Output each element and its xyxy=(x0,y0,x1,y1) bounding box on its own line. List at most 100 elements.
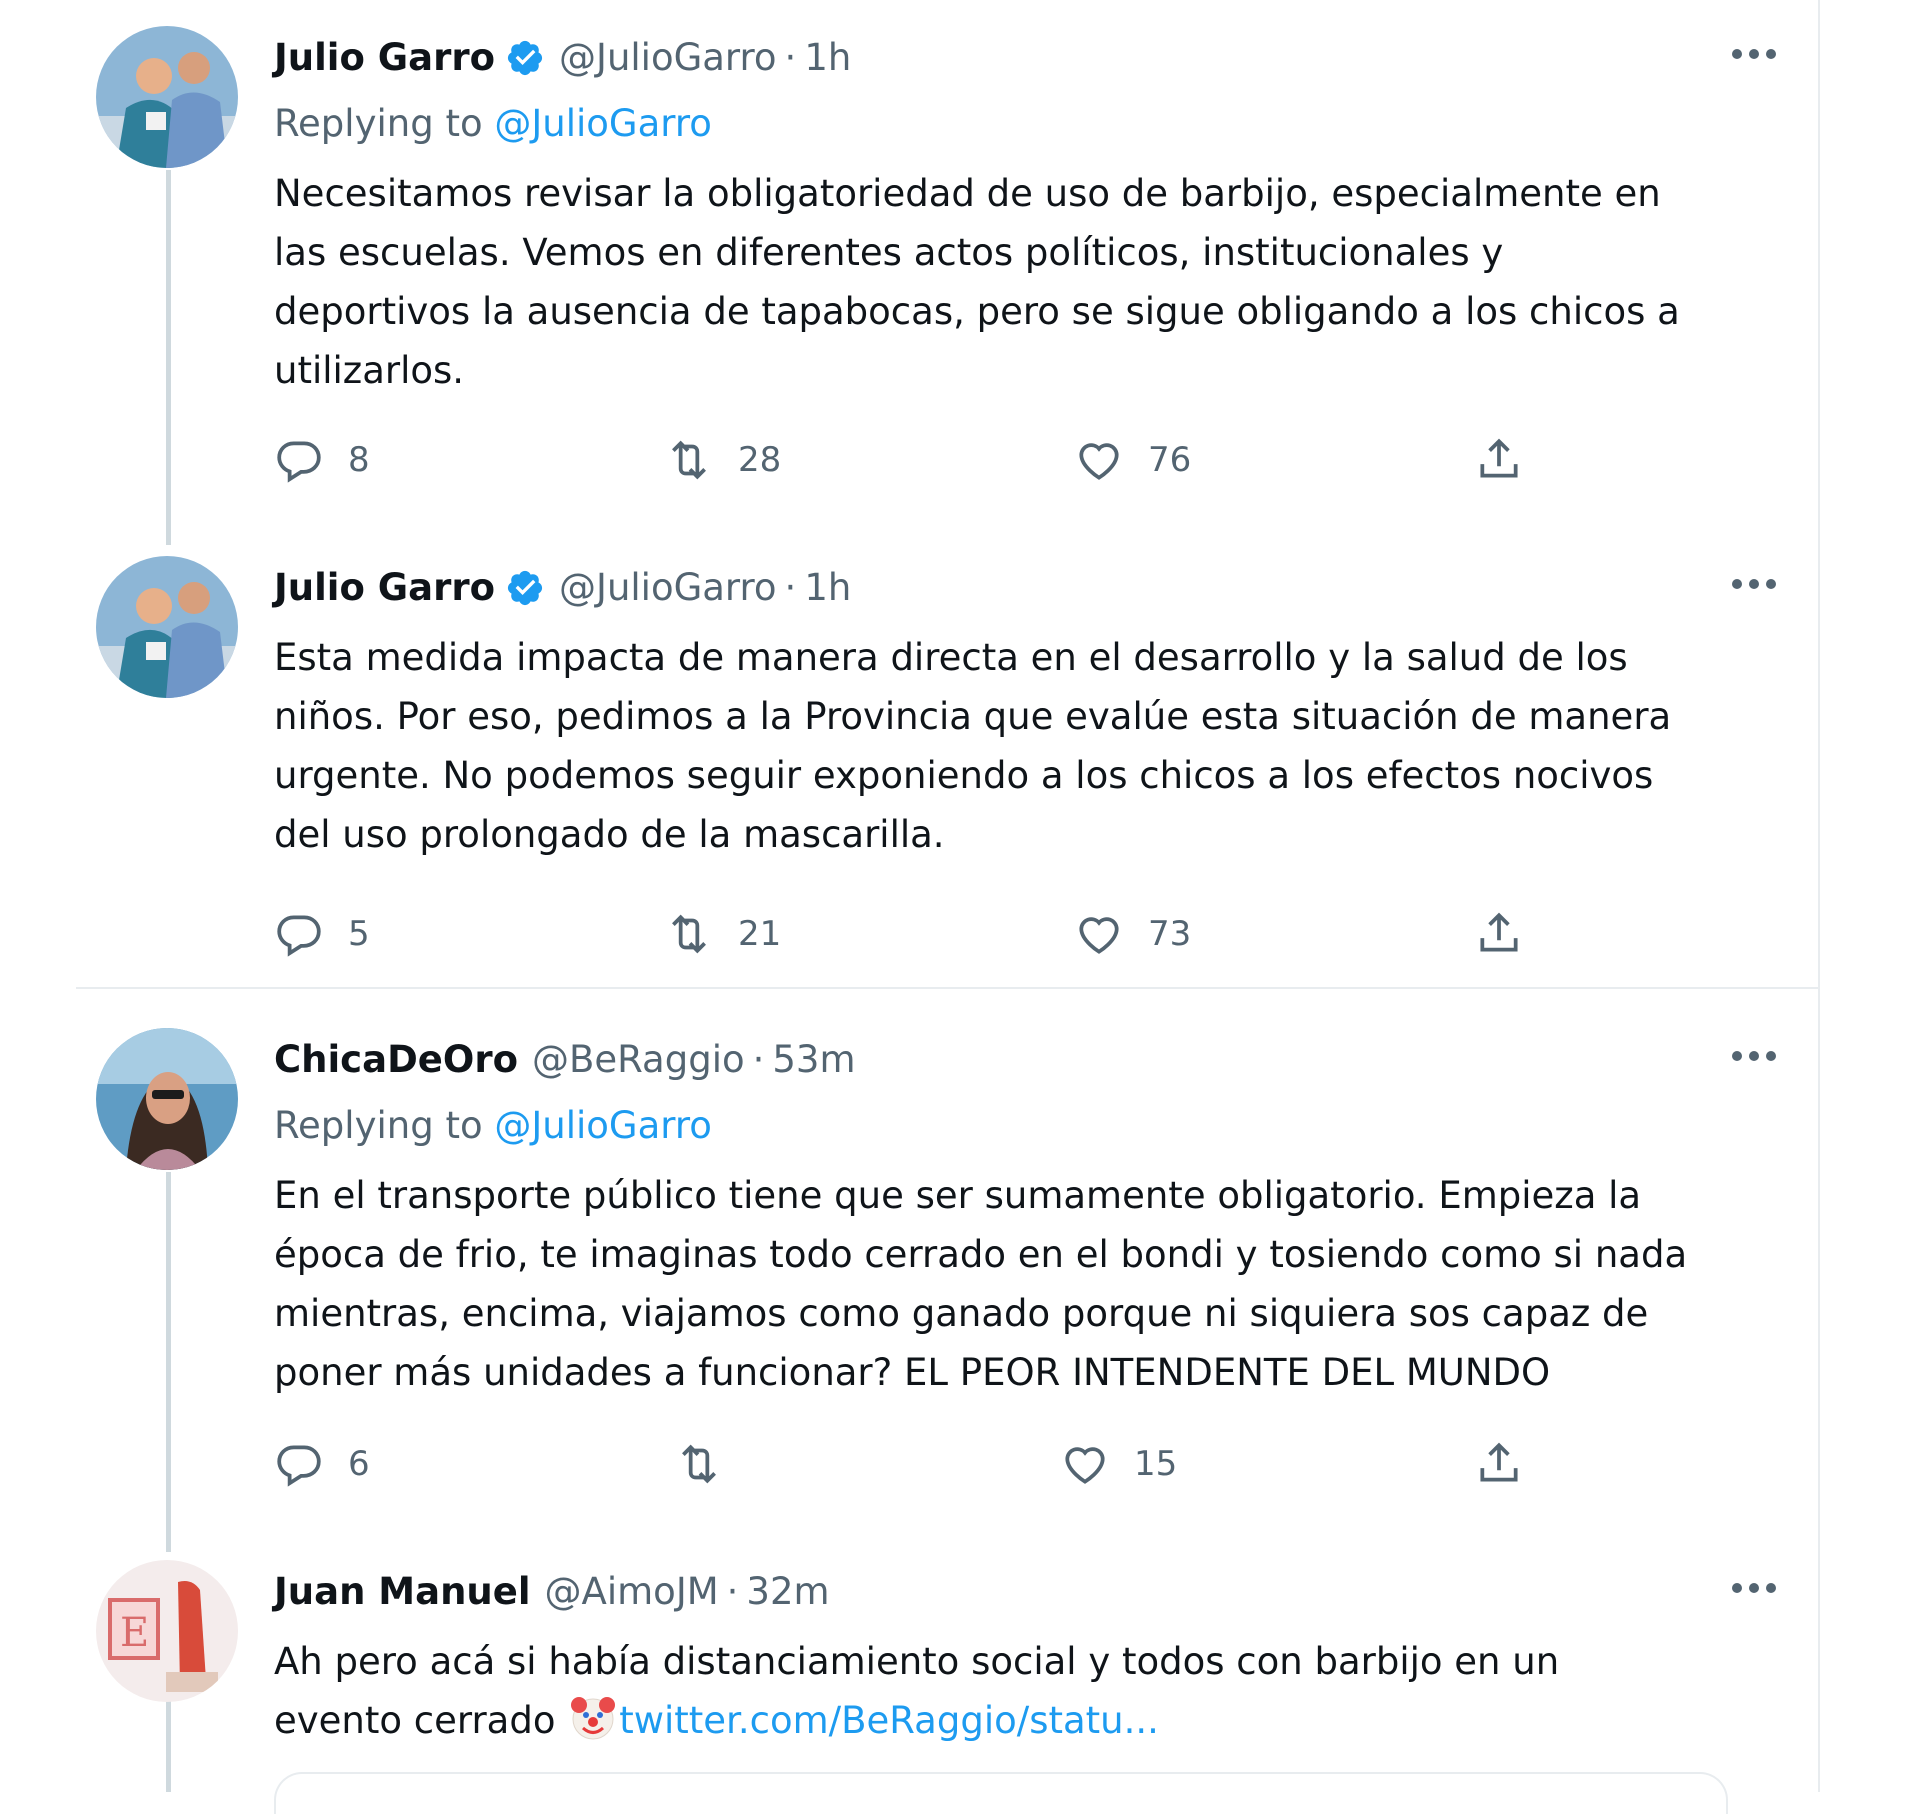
more-icon[interactable] xyxy=(1724,558,1784,610)
retweet-count: 28 xyxy=(738,440,782,480)
tweet-header: Juan Manuel @AimoJM · 32m xyxy=(274,1566,1774,1618)
like-count: 15 xyxy=(1134,1444,1178,1484)
author-handle[interactable]: @AimoJM xyxy=(545,1566,719,1618)
mention-link[interactable]: @JulioGarro xyxy=(494,1104,712,1147)
tweet-text: Ah pero acá si había distanciamiento soc… xyxy=(274,1632,1774,1750)
tweet-actions: 5 21 73 xyxy=(274,904,1774,964)
reply-count: 5 xyxy=(348,914,370,954)
replying-to: Replying to @JulioGarro xyxy=(274,98,1774,150)
reply-count: 6 xyxy=(348,1444,370,1484)
like-count: 76 xyxy=(1148,440,1192,480)
author-handle[interactable]: @JulioGarro xyxy=(559,562,777,614)
tweet-text-line: las escuelas. Vemos en diferentes actos … xyxy=(274,231,1504,274)
avatar[interactable] xyxy=(96,1028,238,1170)
share-button[interactable] xyxy=(1474,430,1524,490)
tweet-header: Julio Garro @JulioGarro · 1h xyxy=(274,32,1774,84)
tweet-header: Julio Garro @JulioGarro · 1h xyxy=(274,562,1774,614)
heart-icon xyxy=(1065,1447,1105,1484)
svg-text:E: E xyxy=(120,1610,149,1656)
replying-label: Replying to xyxy=(274,1104,483,1147)
tweet-header: ChicaDeOro @BeRaggio · 53m xyxy=(274,1034,1774,1086)
reply-icon xyxy=(277,915,321,957)
thread-line xyxy=(166,170,171,545)
author-name[interactable]: Julio Garro xyxy=(274,562,495,614)
author-handle[interactable]: @BeRaggio xyxy=(532,1034,745,1086)
mention-link[interactable]: @JulioGarro xyxy=(494,102,712,145)
reply-icon xyxy=(277,441,321,483)
timeline-column: Julio Garro @JulioGarro · 1h Replying to… xyxy=(0,0,1820,1814)
more-icon[interactable] xyxy=(1724,1562,1784,1614)
tweet-text-line: Esta medida impacta de manera directa en… xyxy=(274,636,1628,679)
reply-icon xyxy=(277,1445,321,1487)
tweet-text-line: deportivos la ausencia de tapabocas, per… xyxy=(274,290,1680,333)
replying-label: Replying to xyxy=(274,102,483,145)
reply-count: 8 xyxy=(348,440,370,480)
tweet-actions: 8 28 76 xyxy=(274,430,1774,490)
avatar-image xyxy=(96,26,238,168)
avatar[interactable]: E xyxy=(96,1560,238,1702)
share-icon xyxy=(1480,912,1518,952)
tweet-text-line: Necesitamos revisar la obligatoriedad de… xyxy=(274,172,1661,215)
retweet-button[interactable]: 21 xyxy=(664,904,781,964)
reply-button[interactable]: 6 xyxy=(274,1434,370,1494)
author-name[interactable]: ChicaDeOro xyxy=(274,1034,518,1086)
tweet-text-line: poner más unidades a funcionar? EL PEOR … xyxy=(274,1351,1551,1394)
avatar-image xyxy=(96,1028,238,1170)
tweet-text-line: urgente. No podemos seguir exponiendo a … xyxy=(274,754,1654,797)
avatar[interactable] xyxy=(96,26,238,168)
tweet-text: Esta medida impacta de manera directa en… xyxy=(274,628,1774,864)
thread-line xyxy=(166,1172,171,1552)
retweet-icon xyxy=(682,1444,716,1484)
retweet-count: 21 xyxy=(738,914,782,954)
share-icon xyxy=(1480,1442,1518,1482)
reply-button[interactable]: 5 xyxy=(274,904,370,964)
retweet-button[interactable] xyxy=(674,1434,748,1494)
heart-icon xyxy=(1079,443,1119,480)
more-icon[interactable] xyxy=(1724,1030,1784,1082)
tweet-text: Necesitamos revisar la obligatoriedad de… xyxy=(274,164,1774,400)
tweet-text: En el transporte público tiene que ser s… xyxy=(274,1166,1774,1402)
separator: · xyxy=(784,566,797,609)
tweet-text-line: niños. Por eso, pedimos a la Provincia q… xyxy=(274,695,1672,738)
separator: · xyxy=(752,1038,765,1081)
timestamp[interactable]: 53m xyxy=(772,1034,855,1086)
share-icon xyxy=(1480,438,1518,478)
like-button[interactable]: 15 xyxy=(1060,1434,1177,1494)
reply-button[interactable]: 8 xyxy=(274,430,370,490)
conversation-divider xyxy=(76,987,1818,989)
tweet-text-line: En el transporte público tiene que ser s… xyxy=(274,1174,1642,1217)
tweet-text-line: evento cerrado twitter.com/BeRaggio/stat… xyxy=(274,1691,1774,1750)
timestamp[interactable]: 1h xyxy=(804,562,851,614)
replying-to: Replying to @JulioGarro xyxy=(274,1100,1774,1152)
verified-badge-icon xyxy=(505,568,545,608)
retweet-button[interactable]: 28 xyxy=(664,430,781,490)
tweet-text-line: época de frio, te imaginas todo cerrado … xyxy=(274,1233,1688,1276)
more-icon[interactable] xyxy=(1724,28,1784,80)
author-name[interactable]: Juan Manuel xyxy=(274,1566,531,1618)
tweet-text-line: Ah pero acá si había distanciamiento soc… xyxy=(274,1640,1560,1683)
separator: · xyxy=(726,1570,739,1613)
heart-icon xyxy=(1079,917,1119,954)
clown-face-icon xyxy=(567,1691,619,1743)
timestamp[interactable]: 1h xyxy=(804,32,851,84)
avatar-image xyxy=(96,556,238,698)
tweet-text-line: del uso prolongado de la mascarilla. xyxy=(274,813,945,856)
verified-badge-icon xyxy=(505,38,545,78)
share-button[interactable] xyxy=(1474,1434,1524,1494)
tweet-text-line: mientras, encima, viajamos como ganado p… xyxy=(274,1292,1649,1335)
timestamp[interactable]: 32m xyxy=(746,1566,829,1618)
tweet-text-fragment: evento cerrado xyxy=(274,1699,556,1742)
author-name[interactable]: Julio Garro xyxy=(274,32,495,84)
quoted-tweet-card[interactable] xyxy=(274,1772,1728,1814)
tweet-link[interactable]: twitter.com/BeRaggio/statu... xyxy=(619,1699,1159,1742)
author-handle[interactable]: @JulioGarro xyxy=(559,32,777,84)
share-button[interactable] xyxy=(1474,904,1524,964)
like-button[interactable]: 76 xyxy=(1074,430,1191,490)
separator: · xyxy=(784,36,797,79)
avatar-image: E xyxy=(96,1560,238,1702)
avatar[interactable] xyxy=(96,556,238,698)
like-button[interactable]: 73 xyxy=(1074,904,1191,964)
tweet-actions: 6 15 xyxy=(274,1434,1774,1494)
retweet-icon xyxy=(672,440,706,480)
like-count: 73 xyxy=(1148,914,1192,954)
